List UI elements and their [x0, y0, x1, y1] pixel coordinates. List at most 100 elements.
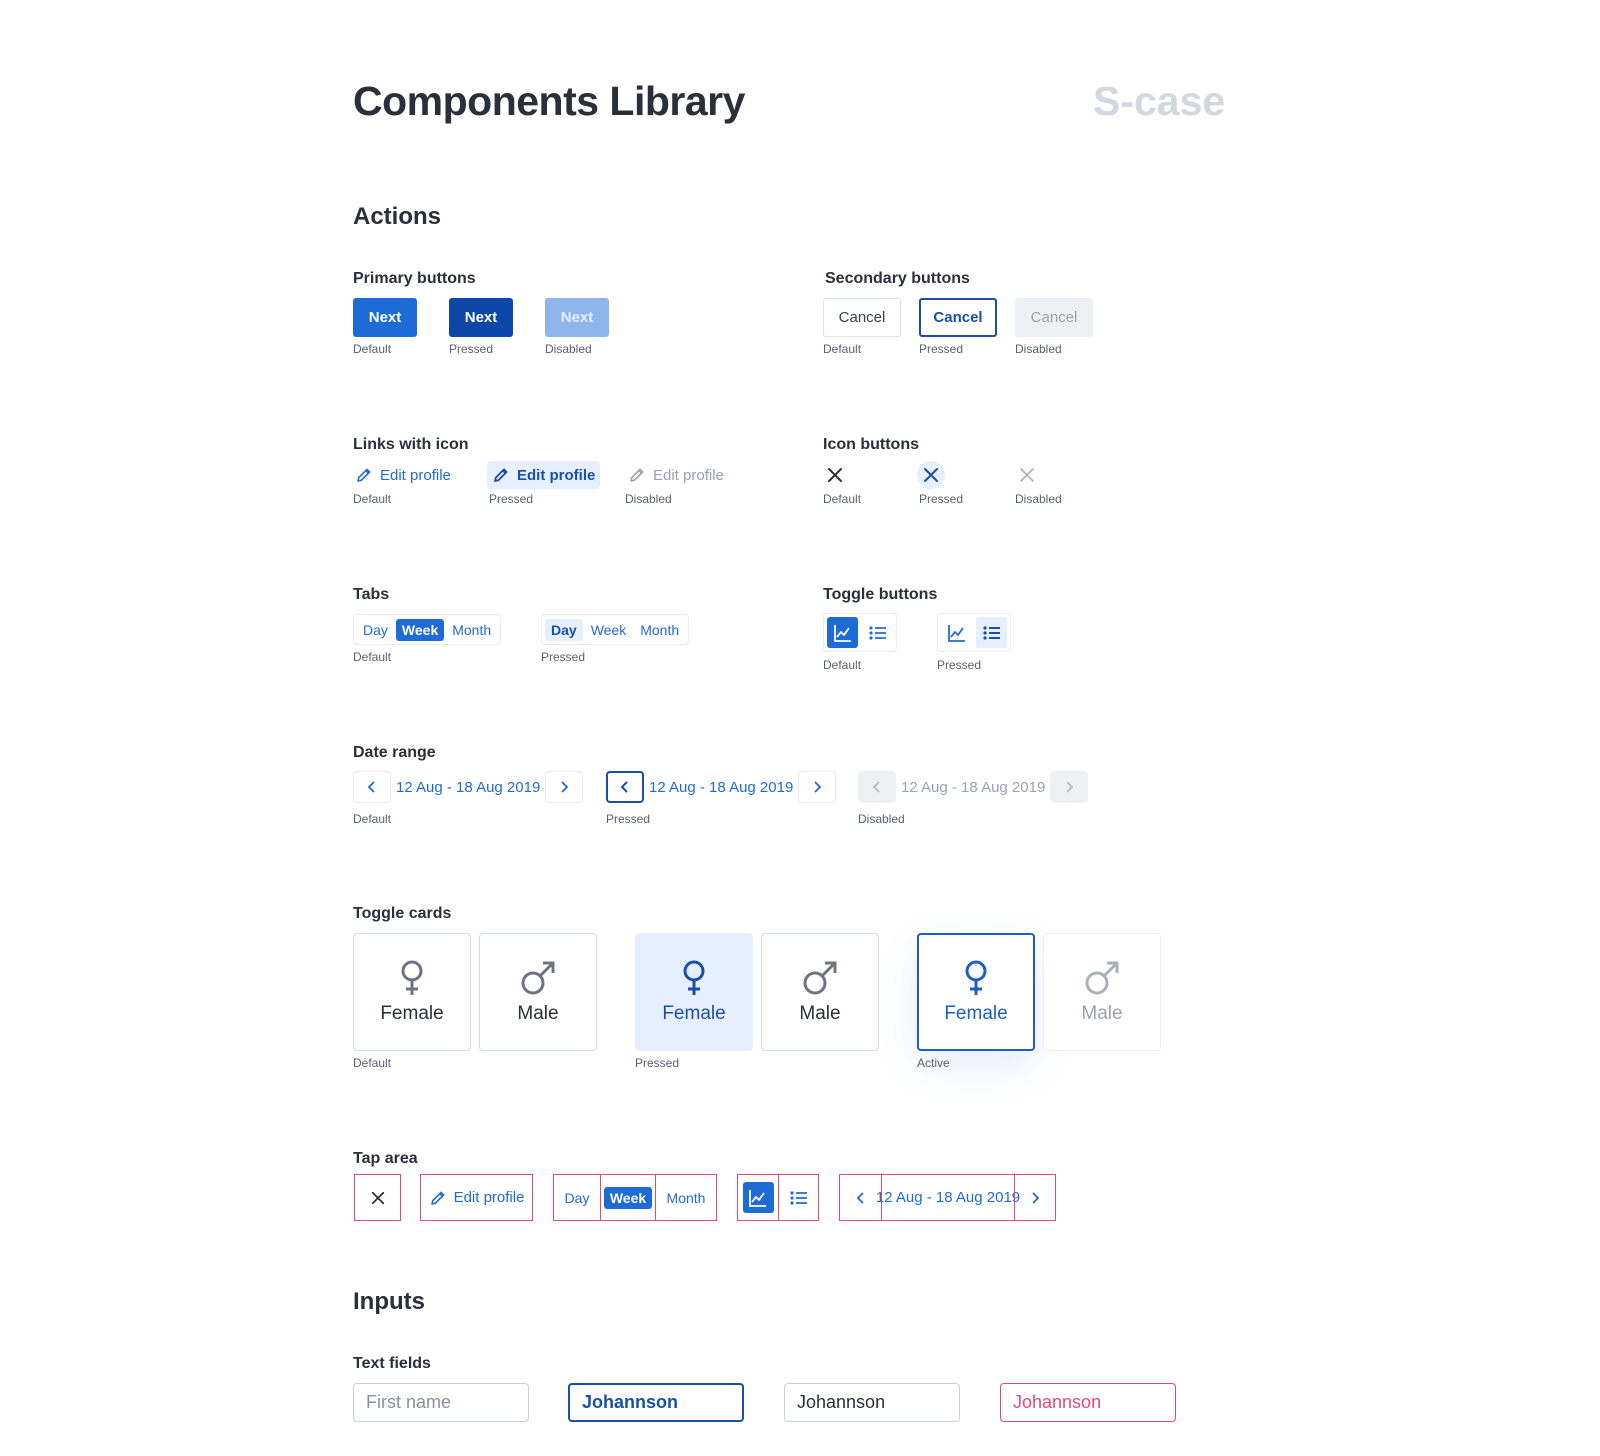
- pencil-icon: [494, 468, 508, 482]
- state-caption: Default: [823, 658, 862, 672]
- female-icon: [965, 960, 987, 995]
- next-button[interactable]: [1015, 1191, 1055, 1204]
- cancel-button-pressed[interactable]: Cancel: [919, 298, 997, 337]
- date-range-label: 12 Aug - 18 Aug 2019: [875, 1189, 1021, 1206]
- tab-month[interactable]: Month: [661, 1187, 712, 1209]
- pencil-icon: [630, 468, 644, 482]
- tabs-default: Day Week Month: [353, 614, 502, 645]
- next-button[interactable]: [798, 771, 837, 803]
- chart-toggle[interactable]: [941, 617, 972, 648]
- inputs-heading: Inputs: [353, 1288, 425, 1315]
- prev-button[interactable]: [840, 1191, 881, 1204]
- toggle-buttons-pressed: [937, 613, 1011, 652]
- cancel-button-default[interactable]: Cancel: [823, 298, 901, 337]
- close-icon: [828, 468, 842, 482]
- link-label: Edit profile: [380, 466, 451, 484]
- line-chart-icon: [833, 624, 851, 642]
- close-icon: [371, 1191, 384, 1204]
- tab-day[interactable]: Day: [545, 618, 583, 641]
- icon-buttons-title: Icon buttons: [823, 436, 919, 453]
- card-label: Female: [944, 1003, 1008, 1024]
- state-caption: Pressed: [919, 342, 964, 356]
- edit-profile-link-disabled[interactable]: Edit profile: [623, 461, 729, 489]
- state-caption: Default: [823, 492, 862, 506]
- list-toggle[interactable]: [779, 1188, 818, 1208]
- state-caption: Disabled: [625, 492, 672, 506]
- tab-week[interactable]: Week: [395, 618, 445, 641]
- state-caption: Pressed: [919, 492, 964, 506]
- tap-cell-day[interactable]: Day: [554, 1187, 600, 1209]
- pencil-icon: [357, 468, 371, 482]
- text-field-focused[interactable]: Johannson: [568, 1383, 744, 1422]
- next-button[interactable]: [1050, 771, 1089, 803]
- chart-toggle-inner[interactable]: [742, 1182, 774, 1213]
- tap-area-edit-profile[interactable]: Edit profile: [420, 1174, 533, 1221]
- prev-button[interactable]: [606, 771, 644, 803]
- edit-profile-link-default[interactable]: Edit profile: [350, 461, 456, 489]
- chevron-left-icon: [872, 781, 880, 793]
- close-icon-button-disabled[interactable]: [1013, 461, 1041, 489]
- chart-toggle[interactable]: [827, 617, 858, 648]
- actions-heading: Actions: [353, 203, 442, 230]
- text-field-error[interactable]: Johannson: [1000, 1383, 1176, 1422]
- tab-week[interactable]: Week: [585, 619, 633, 641]
- next-button-default[interactable]: Next: [353, 298, 417, 337]
- prev-button[interactable]: [858, 771, 896, 803]
- card-label: Female: [662, 1003, 726, 1024]
- list-icon: [982, 625, 1000, 640]
- brand-logo: S-case: [1093, 78, 1226, 124]
- chevron-right-icon: [814, 781, 822, 793]
- next-button-disabled[interactable]: Next: [545, 298, 609, 337]
- tap-area-date-range: 12 Aug - 18 Aug 2019: [839, 1174, 1056, 1221]
- close-icon-button-default[interactable]: [821, 461, 849, 489]
- next-button[interactable]: [545, 771, 584, 803]
- next-button-pressed[interactable]: Next: [449, 298, 513, 337]
- state-caption: Default: [353, 1056, 392, 1070]
- tab-month[interactable]: Month: [634, 619, 685, 641]
- state-caption: Default: [353, 812, 392, 826]
- tap-cell-week[interactable]: Week: [601, 1186, 655, 1209]
- female-card-active[interactable]: Female: [917, 933, 1035, 1051]
- line-chart-icon: [749, 1189, 766, 1207]
- text-field-filled[interactable]: Johannson: [784, 1383, 960, 1422]
- female-icon: [683, 960, 705, 995]
- tap-area-close[interactable]: [354, 1174, 401, 1221]
- date-range-disabled: 12 Aug - 18 Aug 2019: [858, 771, 1089, 803]
- male-card-active[interactable]: Male: [1043, 933, 1161, 1051]
- toggle-buttons-title: Toggle buttons: [823, 586, 938, 603]
- link-label: Edit profile: [453, 1189, 525, 1206]
- state-caption: Active: [917, 1056, 950, 1070]
- male-icon: [803, 961, 837, 995]
- date-range-pressed: 12 Aug - 18 Aug 2019: [606, 771, 837, 803]
- prev-button[interactable]: [353, 771, 391, 803]
- state-caption: Pressed: [489, 492, 534, 506]
- close-icon-button-pressed[interactable]: [917, 461, 945, 489]
- edit-profile-link-pressed[interactable]: Edit profile: [487, 461, 601, 489]
- state-caption: Default: [353, 342, 392, 356]
- pencil-icon: [430, 1191, 444, 1205]
- tab-month[interactable]: Month: [446, 619, 497, 641]
- card-label: Male: [1081, 1003, 1123, 1024]
- chevron-left-icon: [620, 781, 628, 793]
- male-card-default[interactable]: Male: [479, 933, 597, 1051]
- chevron-right-icon: [1066, 781, 1074, 793]
- list-toggle[interactable]: [862, 617, 893, 648]
- card-label: Female: [380, 1003, 444, 1024]
- list-icon: [789, 1190, 807, 1205]
- link-label: Edit profile: [517, 466, 596, 484]
- first-name-field-empty[interactable]: First name: [353, 1383, 529, 1422]
- male-icon: [1085, 961, 1119, 995]
- female-card-default[interactable]: Female: [353, 933, 471, 1051]
- cancel-button-disabled[interactable]: Cancel: [1015, 298, 1093, 337]
- state-caption: Pressed: [449, 342, 494, 356]
- list-toggle[interactable]: [976, 617, 1007, 648]
- chevron-left-icon: [367, 781, 375, 793]
- female-card-pressed[interactable]: Female: [635, 933, 753, 1051]
- tab-day[interactable]: Day: [559, 1187, 596, 1209]
- state-caption: Disabled: [1015, 492, 1062, 506]
- male-card-pressed[interactable]: Male: [761, 933, 879, 1051]
- tab-day[interactable]: Day: [357, 619, 394, 641]
- tap-cell-month[interactable]: Month: [656, 1187, 716, 1209]
- tab-week[interactable]: Week: [603, 1186, 653, 1209]
- chart-toggle[interactable]: [738, 1182, 778, 1213]
